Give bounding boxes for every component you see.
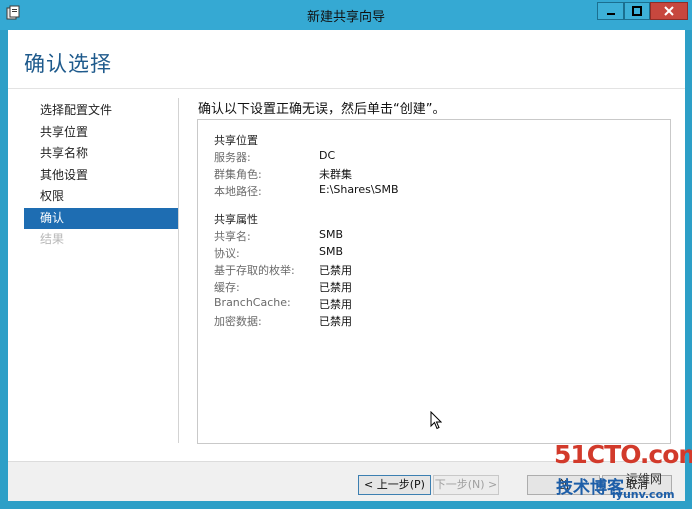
next-button: 下一步(N) > — [433, 475, 499, 495]
summary-label-protocol: 协议: — [214, 247, 240, 260]
summary-label-share-name: 共享名: — [214, 230, 251, 243]
nav-item-share-name[interactable]: 共享名称 — [24, 143, 178, 165]
summary-value-caching: 已禁用 — [319, 281, 352, 294]
summary-value-share-name: SMB — [319, 228, 344, 241]
cancel-button[interactable]: 取消 — [602, 475, 672, 495]
page-title: 确认选择 — [24, 52, 112, 76]
mouse-cursor-icon — [430, 411, 442, 430]
summary-label-branchcache: BranchCache: — [214, 296, 291, 309]
wizard-client-area: 确认选择 选择配置文件 共享位置 共享名称 其他设置 权限 确认 结果 确认以下… — [8, 30, 685, 501]
summary-value-branchcache: 已禁用 — [319, 298, 352, 311]
summary-value-encrypt: 已禁用 — [319, 315, 352, 328]
minimize-button[interactable] — [597, 2, 624, 20]
minimize-icon — [606, 13, 615, 15]
nav-item-permissions[interactable]: 权限 — [24, 186, 178, 208]
summary-value-cluster-role: 未群集 — [319, 168, 352, 181]
wizard-window: 新建共享向导 确认选择 选择配置文件 共享位置 共享名称 其他设置 权限 确认 … — [0, 0, 692, 509]
summary-label-caching: 缓存: — [214, 281, 240, 294]
create-button[interactable]: 创 — [527, 475, 600, 495]
nav-item-results: 结果 — [40, 232, 65, 246]
summary-value-local-path: E:\Shares\SMB — [319, 183, 399, 196]
summary-value-abe: 已禁用 — [319, 264, 352, 277]
instruction-text: 确认以下设置正确无误，然后单击“创建”。 — [198, 102, 446, 117]
summary-label-cluster-role: 群集角色: — [214, 168, 262, 181]
summary-value-protocol: SMB — [319, 245, 344, 258]
title-bar[interactable]: 新建共享向导 — [0, 0, 692, 30]
maximize-button[interactable] — [624, 2, 650, 20]
summary-label-server: 服务器: — [214, 151, 251, 164]
wizard-footer: < 上一步(P) 下一步(N) > 创 取消 — [8, 461, 685, 501]
summary-label-abe: 基于存取的枚举: — [214, 264, 295, 277]
summary-label-encrypt: 加密数据: — [214, 315, 262, 328]
header-divider — [8, 88, 685, 89]
nav-item-other-settings[interactable]: 其他设置 — [24, 165, 178, 187]
section-title-properties: 共享属性 — [214, 213, 258, 226]
nav-item-select-profile[interactable]: 选择配置文件 — [24, 100, 178, 122]
previous-button[interactable]: < 上一步(P) — [358, 475, 431, 495]
maximize-icon — [632, 6, 642, 16]
nav-item-share-location[interactable]: 共享位置 — [24, 122, 178, 144]
close-icon — [664, 6, 674, 16]
window-title: 新建共享向导 — [306, 10, 385, 25]
wizard-step-nav: 选择配置文件 共享位置 共享名称 其他设置 权限 确认 结果 — [24, 100, 178, 251]
wizard-header: 确认选择 — [8, 30, 685, 88]
summary-label-local-path: 本地路径: — [214, 185, 262, 198]
nav-divider — [178, 98, 179, 443]
nav-item-confirmation[interactable]: 确认 — [24, 207, 178, 229]
close-button[interactable] — [650, 2, 688, 20]
confirmation-summary[interactable]: 共享位置 服务器: DC 群集角色: 未群集 本地路径: E:\Shares\S… — [197, 119, 671, 444]
section-title-location: 共享位置 — [214, 134, 258, 147]
summary-value-server: DC — [319, 149, 336, 162]
